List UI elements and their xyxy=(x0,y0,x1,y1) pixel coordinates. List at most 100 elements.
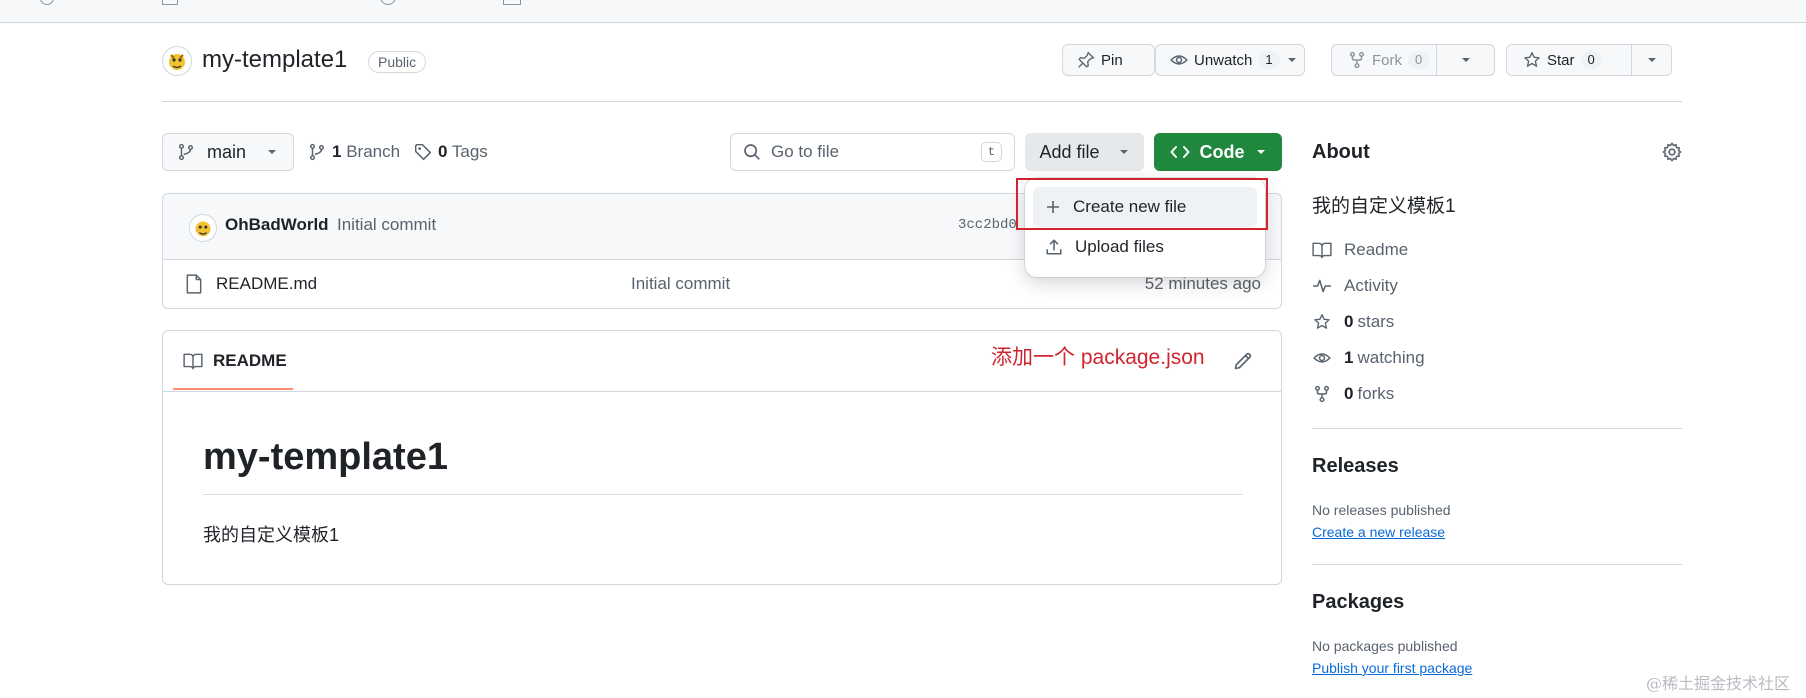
fork-counter: 0 xyxy=(1408,51,1430,69)
nav-fragment xyxy=(503,0,521,5)
about-description: 我的自定义模板1 xyxy=(1312,196,1456,217)
stars-count: 0 xyxy=(1344,312,1354,331)
star-label: Star xyxy=(1547,51,1575,69)
eye-icon xyxy=(1312,349,1332,367)
forks-count: 0 xyxy=(1344,384,1354,403)
readme-divider xyxy=(163,391,1281,392)
branch-name: main xyxy=(207,141,247,162)
publish-package-link[interactable]: Publish your first package xyxy=(1312,660,1472,676)
commit-message[interactable]: Initial commit xyxy=(337,215,436,235)
code-label: Code xyxy=(1199,141,1245,162)
nav-fragment xyxy=(40,0,54,5)
forks-label: forks xyxy=(1357,384,1395,403)
sidebar-item-stars[interactable]: 0 stars xyxy=(1312,312,1394,332)
chevron-down-icon xyxy=(1460,54,1472,66)
upload-files-label: Upload files xyxy=(1075,237,1164,256)
code-button[interactable]: Code xyxy=(1154,133,1282,171)
branches-link[interactable]: 1 Branch xyxy=(308,142,400,162)
tag-count: 0 xyxy=(438,142,448,161)
stars-label: stars xyxy=(1357,312,1395,331)
star-button[interactable]: Star 0 xyxy=(1506,44,1672,76)
readme-tab[interactable]: README xyxy=(183,351,287,371)
fork-dropdown[interactable] xyxy=(1437,45,1494,75)
readme-tab-label: README xyxy=(213,351,287,370)
branch-count-label: Branch xyxy=(346,142,401,161)
readme-panel: README 添加一个 package.json my-template1 我的… xyxy=(162,330,1282,585)
releases-empty-text: No releases published xyxy=(1312,502,1451,518)
commit-hash[interactable]: 3cc2bd0 xyxy=(958,217,1017,233)
star-counter: 0 xyxy=(1580,51,1602,69)
file-commit-time: 52 minutes ago xyxy=(1144,274,1261,293)
branch-icon xyxy=(177,143,195,161)
fork-icon xyxy=(1312,385,1332,403)
packages-title[interactable]: Packages xyxy=(1312,591,1404,614)
unwatch-label: Unwatch xyxy=(1194,51,1253,69)
branch-selector[interactable]: main xyxy=(162,133,294,171)
sidebar-divider xyxy=(1312,428,1682,429)
packages-empty-text: No packages published xyxy=(1312,638,1458,654)
chevron-down-icon xyxy=(1646,54,1658,66)
owner-avatar[interactable] xyxy=(162,46,192,76)
visibility-badge: Public xyxy=(368,51,427,73)
book-icon xyxy=(1312,241,1332,259)
readme-heading-rule xyxy=(203,494,1243,495)
pin-button[interactable]: Pin xyxy=(1062,44,1155,76)
fork-button[interactable]: Fork 0 xyxy=(1331,44,1495,76)
releases-title[interactable]: Releases xyxy=(1312,455,1399,478)
eye-icon xyxy=(1170,51,1188,69)
chevron-down-icon xyxy=(1255,146,1267,158)
annotation-highlight-box xyxy=(1016,178,1268,230)
chevron-down-icon xyxy=(266,146,278,158)
about-title: About xyxy=(1312,141,1370,163)
sidebar-item-label: Activity xyxy=(1344,276,1398,295)
go-to-file-input[interactable]: Go to file t xyxy=(730,133,1015,171)
pin-icon xyxy=(1077,51,1095,69)
pin-label: Pin xyxy=(1101,51,1123,69)
branch-count: 1 xyxy=(332,142,342,161)
file-commit-message[interactable]: Initial commit xyxy=(631,274,730,294)
tag-count-label: Tags xyxy=(451,142,488,161)
upload-files-item[interactable]: Upload files xyxy=(1033,227,1257,267)
pulse-icon xyxy=(1312,277,1332,295)
star-dropdown[interactable] xyxy=(1632,45,1671,75)
nav-fragment xyxy=(162,0,178,5)
readme-tab-underline xyxy=(173,388,293,390)
sidebar-item-readme[interactable]: Readme xyxy=(1312,240,1408,260)
nav-fragment xyxy=(380,0,396,5)
gear-icon[interactable] xyxy=(1662,142,1682,162)
fork-label: Fork xyxy=(1372,51,1402,69)
sidebar-item-activity[interactable]: Activity xyxy=(1312,276,1398,296)
watching-count: 1 xyxy=(1344,348,1354,367)
annotation-text: 添加一个 package.json xyxy=(991,346,1205,369)
watch-button[interactable]: Unwatch 1 xyxy=(1155,44,1305,76)
commit-author[interactable]: OhBadWorld xyxy=(225,215,329,235)
watching-label: watching xyxy=(1357,348,1425,367)
watermark: @稀土掘金技术社区 xyxy=(1645,674,1790,693)
tags-link[interactable]: 0 Tags xyxy=(414,142,488,162)
file-name[interactable]: README.md xyxy=(216,274,317,294)
book-icon xyxy=(183,352,203,370)
sidebar-item-watching[interactable]: 1 watching xyxy=(1312,348,1425,368)
create-release-link[interactable]: Create a new release xyxy=(1312,524,1445,540)
sidebar-divider xyxy=(1312,564,1682,565)
chevron-down-icon xyxy=(1118,146,1130,158)
commit-author-avatar[interactable] xyxy=(189,214,217,242)
upload-icon xyxy=(1045,238,1063,256)
watch-counter: 1 xyxy=(1258,51,1280,69)
chevron-down-icon xyxy=(1286,54,1298,66)
sidebar-item-forks[interactable]: 0 forks xyxy=(1312,384,1394,404)
sidebar-item-label: Readme xyxy=(1344,240,1409,259)
pencil-icon[interactable] xyxy=(1233,351,1253,371)
code-icon xyxy=(1170,143,1190,161)
add-file-button[interactable]: Add file xyxy=(1025,133,1144,171)
tag-icon xyxy=(414,143,432,161)
repo-name[interactable]: my-template1 xyxy=(202,46,347,74)
add-file-label: Add file xyxy=(1039,141,1100,162)
readme-heading: my-template1 xyxy=(203,436,448,478)
header-divider xyxy=(162,101,1682,102)
readme-body: 我的自定义模板1 xyxy=(203,525,340,545)
top-nav-strip xyxy=(0,0,1806,23)
go-to-file-placeholder: Go to file xyxy=(771,142,840,161)
branch-icon xyxy=(308,143,326,161)
star-icon xyxy=(1523,51,1541,69)
